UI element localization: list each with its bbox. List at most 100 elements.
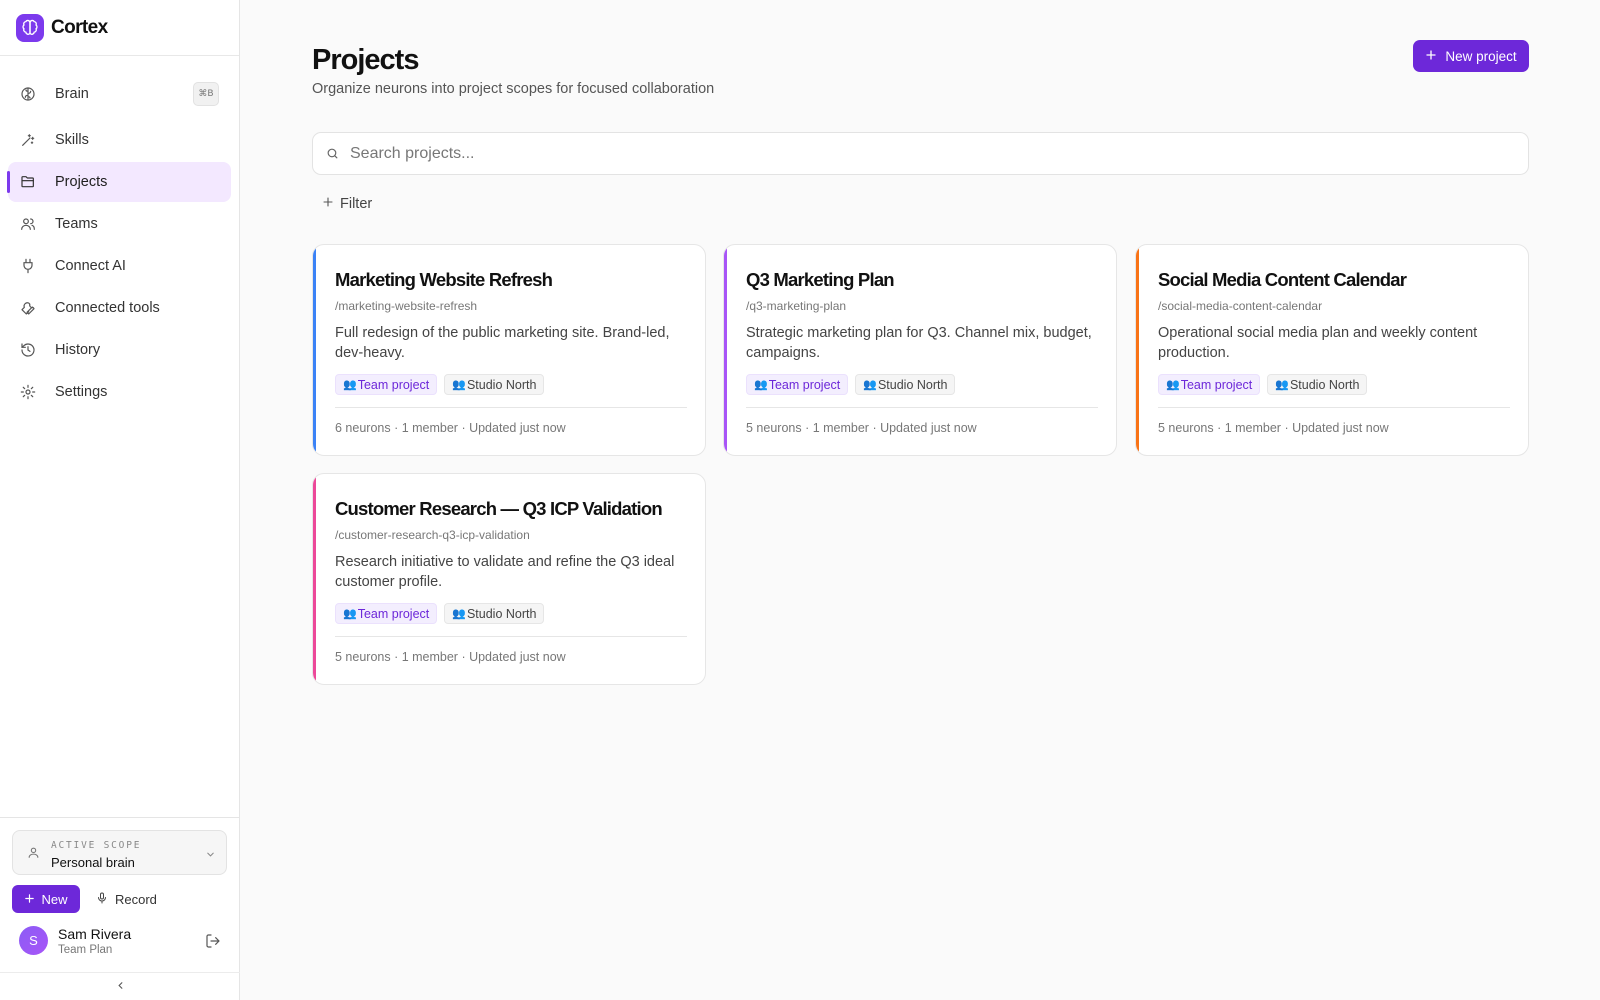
plus-icon xyxy=(1425,49,1437,64)
filter-button[interactable]: Filter xyxy=(322,194,372,214)
avatar[interactable]: S xyxy=(19,926,48,955)
project-description: Strategic marketing plan for Q3. Channel… xyxy=(746,325,1092,361)
sidebar-item-connected-tools[interactable]: Connected tools xyxy=(8,288,231,328)
people-icon: 👥 xyxy=(1275,379,1289,391)
people-icon: 👥 xyxy=(754,379,768,391)
shortcut-badge: ⌘B xyxy=(193,82,219,106)
card-accent-bar xyxy=(724,245,727,455)
wand-icon xyxy=(20,132,36,148)
project-tags: 👥 Team project 👥 Studio North xyxy=(1158,374,1368,395)
filter-label: Filter xyxy=(340,196,373,212)
project-title: Q3 Marketing Plan xyxy=(746,269,895,290)
sidebar-item-history[interactable]: History xyxy=(8,330,231,370)
scope-caption: ACTIVE SCOPE xyxy=(51,840,142,851)
search-bar xyxy=(312,132,1529,175)
project-description: Research initiative to validate and refi… xyxy=(335,554,675,590)
project-meta: 5 neurons · 1 member · Updated just now xyxy=(1158,421,1389,435)
user-profile: S Sam Rivera Team Plan xyxy=(19,926,229,958)
sidebar-item-label: Projects xyxy=(55,174,108,190)
project-slug: /q3-marketing-plan xyxy=(746,299,847,313)
badge-label: Studio North xyxy=(466,606,537,621)
new-project-label: New project xyxy=(1445,48,1517,64)
new-project-button[interactable]: New project xyxy=(1413,40,1529,72)
project-slug: /customer-research-q3-icp-validation xyxy=(335,528,530,542)
users-icon xyxy=(20,216,36,232)
user-plan: Team Plan xyxy=(58,944,113,956)
people-icon: 👥 xyxy=(863,379,877,391)
badge-label: Team project xyxy=(357,377,430,392)
card-divider xyxy=(746,407,1098,408)
badge-label: Team project xyxy=(357,606,430,621)
project-tags: 👥 Team project 👥 Studio North xyxy=(746,374,956,395)
people-icon: 👥 xyxy=(1166,379,1180,391)
sidebar-item-label: Teams xyxy=(55,216,98,232)
people-icon: 👥 xyxy=(343,379,357,391)
project-description: Operational social media plan and weekly… xyxy=(1158,325,1478,361)
sidebar-item-label: Settings xyxy=(55,384,108,400)
project-slug: /social-media-content-calendar xyxy=(1158,299,1323,313)
chevron-down-icon xyxy=(205,847,216,865)
search-input[interactable] xyxy=(350,144,1500,163)
sidebar-item-label: History xyxy=(55,342,101,358)
user-name: Sam Rivera xyxy=(58,926,132,942)
team-name-badge: 👥 Studio North xyxy=(1267,374,1368,395)
plug-icon xyxy=(20,258,36,274)
badge-label: Team project xyxy=(1180,377,1253,392)
sidebar-footer: ACTIVE SCOPE Personal brain New Record S… xyxy=(0,817,240,1000)
card-divider xyxy=(1158,407,1510,408)
main-content: Projects Organize neurons into project s… xyxy=(240,0,1600,1000)
project-card[interactable]: Q3 Marketing Plan /q3-marketing-plan Str… xyxy=(723,244,1117,456)
chevron-left-icon xyxy=(115,978,126,996)
new-button[interactable]: New xyxy=(12,885,80,913)
folder-icon xyxy=(20,174,36,190)
brand[interactable]: Cortex xyxy=(0,0,239,56)
brand-name: Cortex xyxy=(51,16,108,38)
brain-logo-icon xyxy=(16,13,44,42)
sidebar-item-projects[interactable]: Projects xyxy=(7,162,231,202)
page-title: Projects xyxy=(312,44,419,76)
project-description: Full redesign of the public marketing si… xyxy=(335,325,670,361)
record-button[interactable]: Record xyxy=(96,885,157,913)
project-title: Customer Research — Q3 ICP Validation xyxy=(335,498,663,519)
sidebar-item-label: Connect AI xyxy=(55,258,126,274)
sidebar-item-label: Brain xyxy=(55,86,89,102)
people-icon: 👥 xyxy=(452,379,466,391)
sidebar-item-brain[interactable]: Brain ⌘B xyxy=(8,74,231,114)
project-meta: 6 neurons · 1 member · Updated just now xyxy=(335,421,566,435)
card-divider xyxy=(335,407,687,408)
project-meta: 5 neurons · 1 member · Updated just now xyxy=(746,421,977,435)
sidebar-nav: Brain ⌘B Skills Projects Teams Connect A… xyxy=(0,56,239,412)
project-tags: 👥 Team project 👥 Studio North xyxy=(335,374,545,395)
plus-icon xyxy=(24,892,35,907)
user-icon xyxy=(27,846,40,864)
record-button-label: Record xyxy=(115,891,157,907)
project-card[interactable]: Marketing Website Refresh /marketing-web… xyxy=(312,244,706,456)
team-name-badge: 👥 Studio North xyxy=(444,603,545,624)
sidebar-item-label: Skills xyxy=(55,132,89,148)
logout-icon[interactable] xyxy=(205,933,221,954)
collapse-sidebar-button[interactable] xyxy=(0,972,240,1000)
wrench-icon xyxy=(20,300,36,316)
card-accent-bar xyxy=(313,245,316,455)
history-icon xyxy=(20,342,36,358)
project-card[interactable]: Social Media Content Calendar /social-me… xyxy=(1135,244,1529,456)
project-slug: /marketing-website-refresh xyxy=(335,299,478,313)
sidebar-item-connect-ai[interactable]: Connect AI xyxy=(8,246,231,286)
people-icon: 👥 xyxy=(452,608,466,620)
sidebar-item-skills[interactable]: Skills xyxy=(8,120,231,160)
sidebar-item-settings[interactable]: Settings xyxy=(8,372,231,412)
team-project-badge: 👥 Team project xyxy=(335,603,438,624)
project-meta: 5 neurons · 1 member · Updated just now xyxy=(335,650,566,664)
card-accent-bar xyxy=(313,474,316,684)
gear-icon xyxy=(20,384,36,400)
brain-icon xyxy=(20,86,36,102)
project-card[interactable]: Customer Research — Q3 ICP Validation /c… xyxy=(312,473,706,685)
badge-label: Studio North xyxy=(877,377,948,392)
team-name-badge: 👥 Studio North xyxy=(444,374,545,395)
project-tags: 👥 Team project 👥 Studio North xyxy=(335,603,545,624)
active-scope-select[interactable]: ACTIVE SCOPE Personal brain xyxy=(12,830,227,875)
team-project-badge: 👥 Team project xyxy=(335,374,438,395)
sidebar-item-teams[interactable]: Teams xyxy=(8,204,231,244)
badge-label: Studio North xyxy=(1289,377,1360,392)
page-subtitle: Organize neurons into project scopes for… xyxy=(312,81,715,97)
